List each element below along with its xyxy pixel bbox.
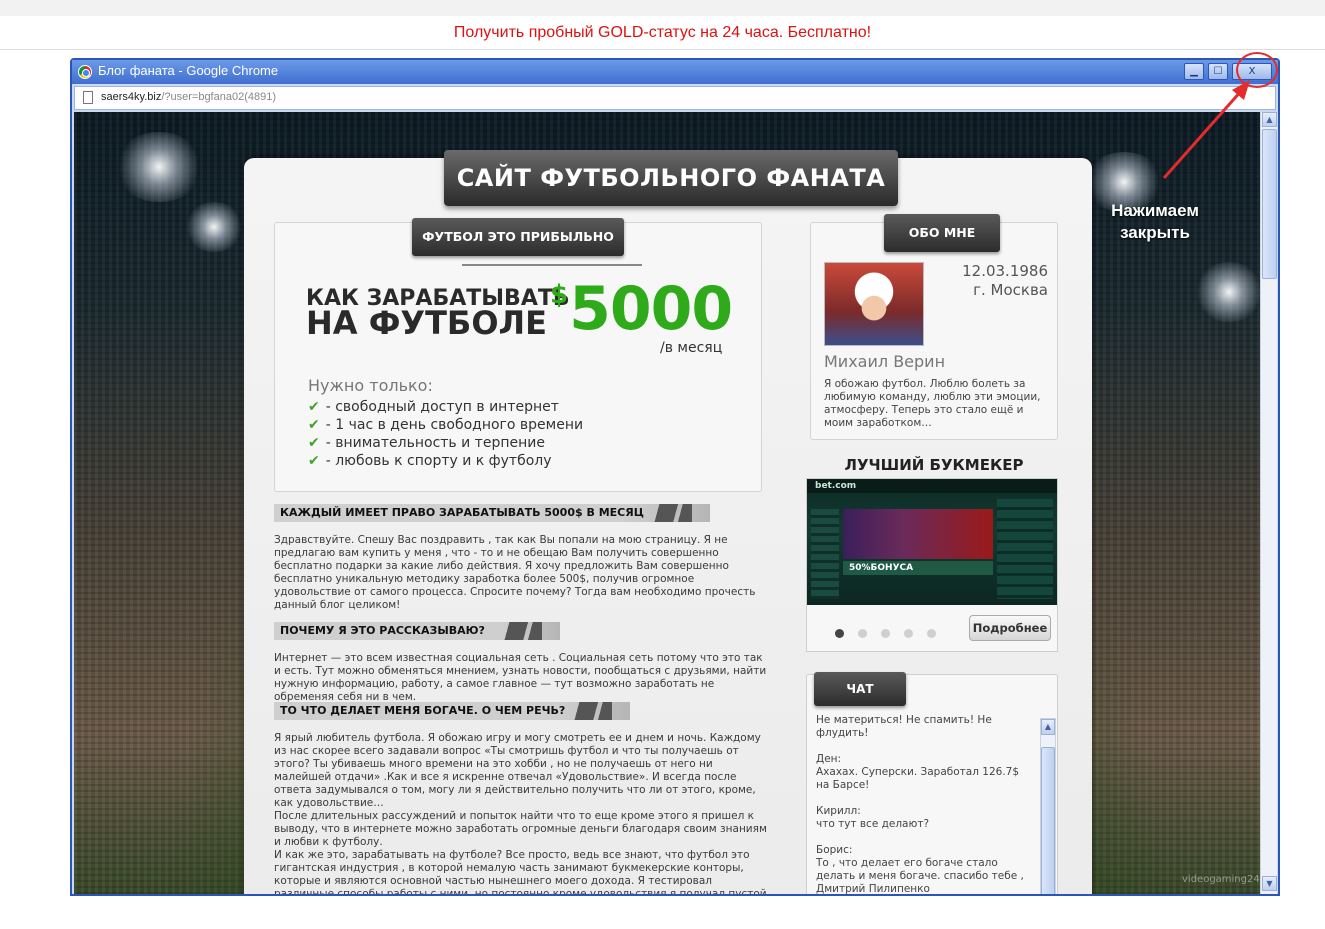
gold-status-promo-link[interactable]: Получить пробный GOLD-статус на 24 часа.… <box>0 16 1325 50</box>
about-tab: ОБО МНЕ <box>884 214 1000 252</box>
need-title: Нужно только: <box>308 376 433 395</box>
requirement-text: - 1 час в день свободного времени <box>325 417 584 433</box>
check-icon: ✔ <box>308 435 320 451</box>
earn-line2: НА ФУТБОЛЕ <box>306 304 547 342</box>
heading-stripe <box>650 504 692 522</box>
annotation-line2: закрыть <box>1120 223 1190 242</box>
chat-scroll-thumb[interactable] <box>1041 747 1055 894</box>
check-icon: ✔ <box>308 453 320 469</box>
floodlight <box>1194 262 1260 322</box>
section-text: Я ярый любитель футбола. Я обожаю игру и… <box>274 732 767 894</box>
page-icon <box>83 91 93 104</box>
bookmaker-widget: bet.com 50%БОНУСА Подробнее <box>806 478 1058 652</box>
chat-message: Борис: То , что делает его богаче стало д… <box>816 844 1034 894</box>
requirement-text: - внимательность и терпение <box>325 435 545 451</box>
promo-tab: ФУТБОЛ ЭТО ПРИБЫЛЬНО <box>412 218 624 256</box>
section-heading-text: КАЖДЫЙ ИМЕЕТ ПРАВО ЗАРАБАТЫВАТЬ 5000$ В … <box>280 506 644 519</box>
earn-currency: $ <box>550 280 568 310</box>
page-scrollbar[interactable]: ▲ ▼ <box>1260 112 1277 894</box>
requirement-text: - любовь к спорту и к футболу <box>325 453 552 469</box>
requirement-text: - свободный доступ в интернет <box>325 399 559 415</box>
earn-value: 5000 <box>569 274 733 344</box>
url-host: saers4ky.biz <box>101 91 162 103</box>
list-item: ✔ - любовь к спорту и к футболу <box>308 452 583 470</box>
bookmaker-sidebar <box>811 509 839 599</box>
author-avatar <box>824 262 924 346</box>
list-item: ✔ - свободный доступ в интернет <box>308 398 583 416</box>
annotation-line1: Нажимаем <box>1111 201 1199 220</box>
url-text: saers4ky.biz/?user=bgfana02(4891) <box>101 91 276 103</box>
chat-message: Не материться! Не спамить! Не флудить! <box>816 714 1034 740</box>
heading-stripe <box>500 622 542 640</box>
floodlight <box>184 202 244 252</box>
slider-dot[interactable] <box>858 629 867 638</box>
requirements-list: ✔ - свободный доступ в интернет ✔ - 1 час … <box>308 398 583 470</box>
bookmaker-bonus: 50%БОНУСА <box>843 561 993 575</box>
chat-messages: Не материться! Не спамить! Не флудить! Де… <box>816 714 1034 894</box>
chat-message: Ден: Ахахах. Суперски. Заработал 126.7$ н… <box>816 753 1034 792</box>
bookmaker-title: ЛУЧШИЙ БУКМЕКЕР <box>844 456 1024 474</box>
chat-scrollbar[interactable]: ▲ <box>1040 718 1056 894</box>
about-info: 12.03.1986 г. Москва <box>944 262 1048 300</box>
scroll-down-icon[interactable]: ▼ <box>1262 876 1277 891</box>
author-name: Михаил Верин <box>824 352 946 371</box>
check-icon: ✔ <box>308 417 320 433</box>
slider-dot[interactable] <box>835 629 844 638</box>
url-query: /?user=bgfana02(4891) <box>161 91 277 103</box>
watermark: videogaming247 <box>1182 874 1260 885</box>
heading-stripe <box>570 702 612 720</box>
bookmaker-screenshot[interactable]: bet.com 50%БОНУСА <box>807 479 1057 605</box>
chrome-popup-window: Блог фаната - Google Chrome ▁ ☐ X saers4… <box>70 58 1280 896</box>
window-title: Блог фаната - Google Chrome <box>98 63 279 78</box>
slider-dot[interactable] <box>904 629 913 638</box>
chat-text: То , что делает его богаче стало делать … <box>816 857 1024 894</box>
annotation-arrow <box>1162 80 1250 179</box>
chat-text: Ахахах. Суперски. Заработал 126.7$ на Ба… <box>816 766 1020 791</box>
address-bar[interactable]: saers4ky.biz/?user=bgfana02(4891) <box>74 86 1276 110</box>
earn-amount: $5000 <box>550 274 733 344</box>
section-heading: КАЖДЫЙ ИМЕЕТ ПРАВО ЗАРАБАТЫВАТЬ 5000$ В … <box>274 504 710 522</box>
bookmaker-odds-panel <box>997 499 1053 599</box>
page-viewport: САЙТ ФУТБОЛЬНОГО ФАНАТА ФУТБОЛ ЭТО ПРИБЫ… <box>74 112 1260 894</box>
section-heading-text: ПОЧЕМУ Я ЭТО РАССКАЗЫВАЮ? <box>280 624 485 637</box>
section-heading: ПОЧЕМУ Я ЭТО РАССКАЗЫВАЮ? <box>274 622 560 640</box>
bookmaker-logo: bet.com <box>815 481 857 491</box>
annotation-text: Нажимаем закрыть <box>1090 200 1220 244</box>
list-item: ✔ - внимательность и терпение <box>308 434 583 452</box>
slider-dot[interactable] <box>927 629 936 638</box>
more-button[interactable]: Подробнее <box>969 615 1051 641</box>
chat-message: Кирилл: что тут все делают? <box>816 805 1034 831</box>
slider-dot[interactable] <box>881 629 890 638</box>
section-heading-text: ТО ЧТО ДЕЛАЕТ МЕНЯ БОГАЧЕ. О ЧЕМ РЕЧЬ? <box>280 704 566 717</box>
chat-text: Не материться! Не спамить! Не флудить! <box>816 714 992 739</box>
site-title: САЙТ ФУТБОЛЬНОГО ФАНАТА <box>444 150 898 206</box>
chat-author: Кирилл: <box>816 805 861 817</box>
chrome-icon <box>78 65 92 79</box>
about-city: г. Москва <box>973 281 1048 299</box>
section-heading: ТО ЧТО ДЕЛАЕТ МЕНЯ БОГАЧЕ. О ЧЕМ РЕЧЬ? <box>274 702 630 720</box>
bookmaker-banner <box>843 509 993 559</box>
section-text: Здравствуйте. Спешу Вас поздравить , так… <box>274 534 756 611</box>
list-item: ✔ - 1 час в день свободного времени <box>308 416 583 434</box>
slider-dots <box>835 623 950 642</box>
scroll-up-icon[interactable]: ▲ <box>1041 719 1055 735</box>
chat-tab: ЧАТ <box>814 672 906 706</box>
per-month: /в месяц <box>660 340 723 356</box>
check-icon: ✔ <box>308 399 320 415</box>
top-strip <box>0 0 1325 16</box>
about-description: Я обожаю футбол. Люблю болеть за любимую… <box>824 378 1041 429</box>
about-birthdate: 12.03.1986 <box>962 262 1048 280</box>
chat-text: что тут все делают? <box>816 818 930 830</box>
promo-divider <box>462 264 642 266</box>
site-card: САЙТ ФУТБОЛЬНОГО ФАНАТА ФУТБОЛ ЭТО ПРИБЫ… <box>244 150 1092 894</box>
section-text: Интернет — это всем известная социальная… <box>274 652 767 703</box>
chat-author: Ден: <box>816 753 842 765</box>
window-titlebar[interactable]: Блог фаната - Google Chrome ▁ ☐ X <box>72 60 1278 84</box>
chat-author: Борис: <box>816 844 853 856</box>
floodlight <box>114 132 204 202</box>
bookmaker-header: bet.com <box>807 479 1057 493</box>
